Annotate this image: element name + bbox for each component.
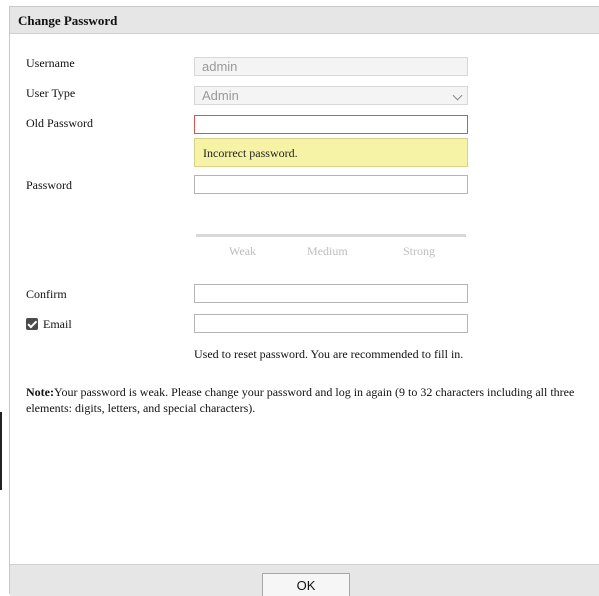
- password-label: Password: [26, 178, 73, 192]
- ok-button[interactable]: OK: [262, 573, 350, 596]
- old-password-label: Old Password: [26, 116, 94, 130]
- password-strength-bar: [196, 234, 466, 237]
- note-text: Your password is weak. Please change you…: [26, 385, 575, 415]
- chevron-down-icon: [452, 90, 463, 101]
- strength-strong-label: Strong: [403, 244, 436, 258]
- confirm-field[interactable]: [194, 284, 468, 303]
- email-hint: Used to reset password. You are recommen…: [194, 347, 464, 361]
- email-field[interactable]: [194, 314, 468, 333]
- user-type-select[interactable]: Admin: [194, 86, 468, 105]
- confirm-label: Confirm: [26, 287, 67, 301]
- username-field[interactable]: [194, 57, 468, 76]
- password-note: Note:Your password is weak. Please chang…: [26, 384, 586, 416]
- dialog-footer: OK: [10, 564, 599, 596]
- error-tooltip-text: Incorrect password.: [203, 146, 298, 160]
- dialog-title: Change Password: [18, 13, 118, 28]
- error-tooltip: Incorrect password.: [194, 138, 468, 167]
- password-field[interactable]: [194, 175, 468, 194]
- old-password-field[interactable]: [194, 115, 468, 134]
- user-type-value: Admin: [202, 88, 239, 103]
- note-prefix: Note:: [26, 385, 54, 399]
- change-password-dialog: Change Password Username User Type Admin…: [9, 6, 599, 596]
- checkmark-icon: [27, 318, 37, 329]
- strength-weak-label: Weak: [229, 244, 257, 258]
- strength-medium-label: Medium: [307, 244, 348, 258]
- dialog-header: Change Password: [10, 7, 599, 34]
- username-label: Username: [26, 56, 75, 70]
- email-checkbox[interactable]: [26, 318, 38, 330]
- window-edge: [0, 412, 2, 490]
- user-type-label: User Type: [26, 86, 76, 100]
- email-label: Email: [43, 317, 72, 331]
